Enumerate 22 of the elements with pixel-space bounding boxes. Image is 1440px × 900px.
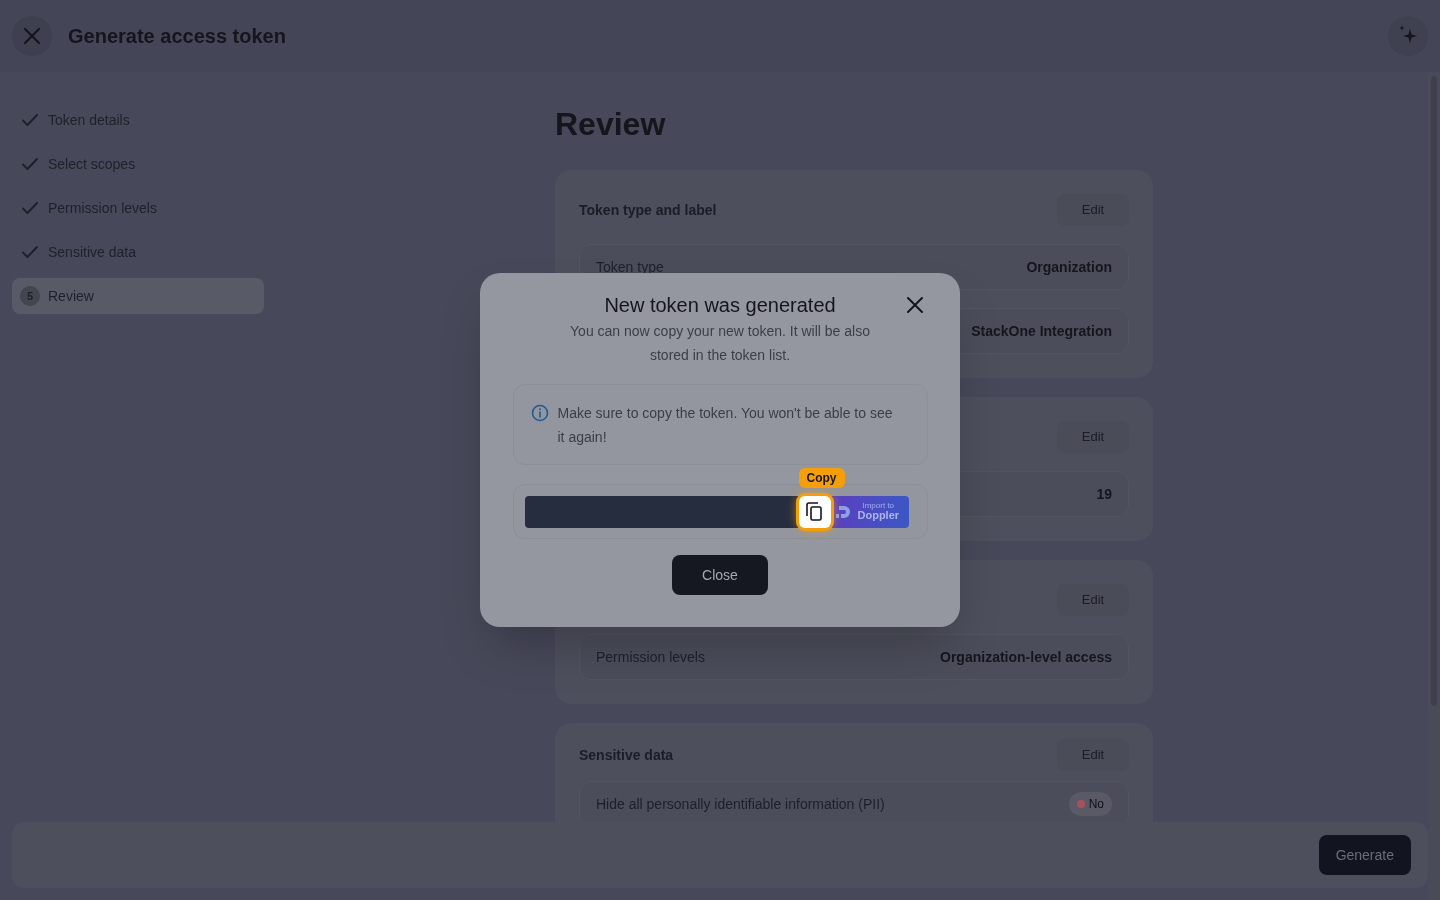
close-button[interactable] xyxy=(904,294,926,316)
copy-button[interactable] xyxy=(798,495,831,528)
page-title: Review xyxy=(555,105,667,144)
dialog-title: New token was generated xyxy=(604,293,836,318)
copy-icon xyxy=(805,501,824,522)
generate-button[interactable]: Generate xyxy=(1318,835,1411,875)
row-value: StackOne Integration xyxy=(971,321,1112,341)
close-dialog-button[interactable]: Close xyxy=(672,555,768,595)
doppler-logo-icon xyxy=(834,503,853,520)
info-icon xyxy=(529,403,550,423)
close-icon xyxy=(906,296,924,314)
row-value: Organization xyxy=(1026,257,1112,277)
row-value: 19 xyxy=(1096,484,1112,504)
close-icon xyxy=(23,27,41,45)
copy-tooltip: Copy xyxy=(798,468,845,488)
dialog-description: You can now copy your new token. It will be also stored in the token list. xyxy=(569,322,871,365)
notice-text: Make sure to copy the token. You won't be able to see it again! xyxy=(557,404,894,447)
status-badge: No xyxy=(1068,792,1112,816)
row-value: Organization-level access xyxy=(940,647,1112,667)
doppler-button[interactable]: Import to Doppler xyxy=(830,495,909,528)
token-field[interactable] xyxy=(524,495,799,528)
page-header-title: Generate access token xyxy=(68,24,286,49)
